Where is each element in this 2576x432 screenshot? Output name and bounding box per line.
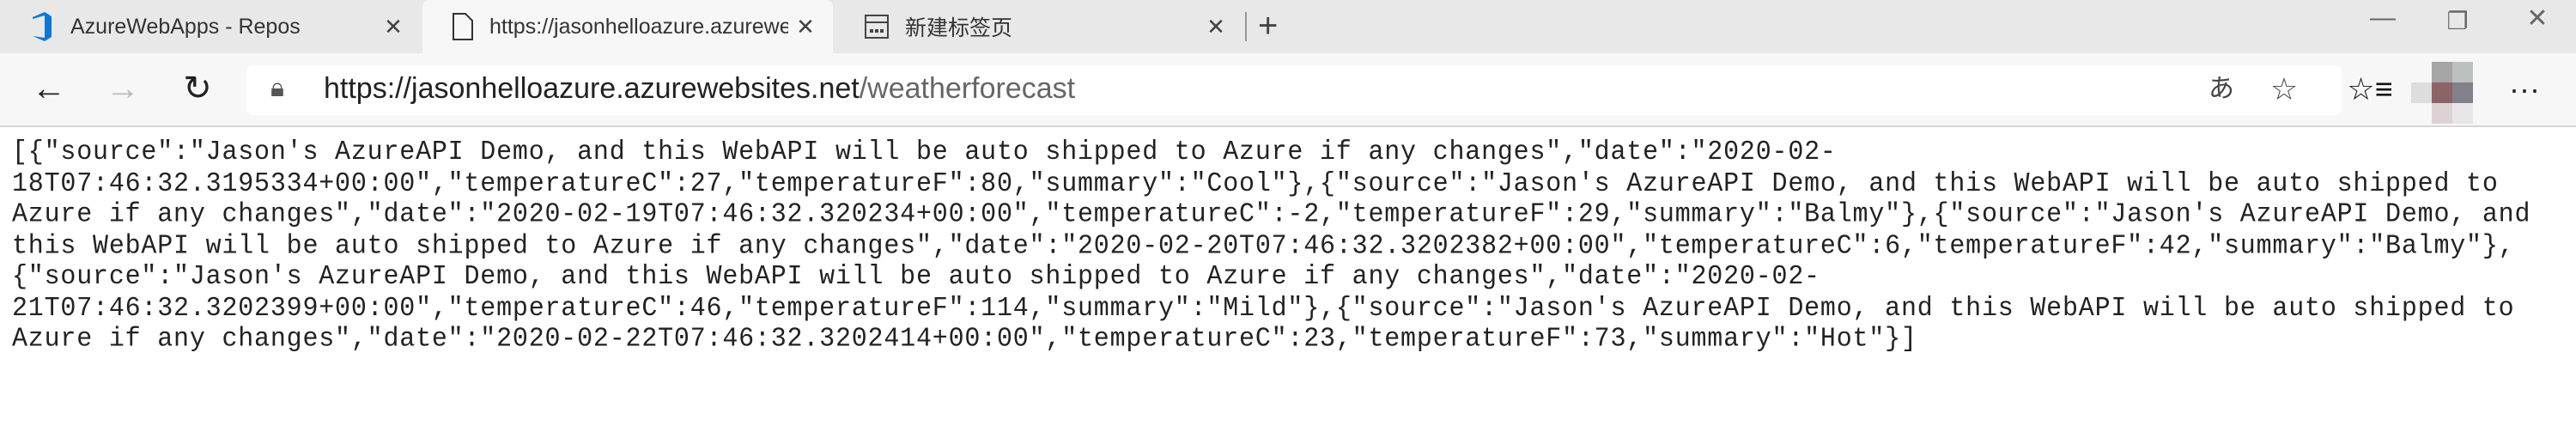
tab-weatherforecast[interactable]: https://jasonhelloazure.azurewebsites.ne…: [422, 0, 833, 53]
lock-icon[interactable]: 🔒︎: [270, 74, 284, 103]
tab-bar: AzureWebApps - Repos ✕ https://jasonhell…: [0, 0, 2576, 53]
page-icon: [453, 13, 473, 40]
avatar[interactable]: [2411, 62, 2473, 124]
url-text[interactable]: https://jasonhelloazure.azurewebsites.ne…: [324, 72, 1075, 106]
tab-azurewebapps-repos[interactable]: AzureWebApps - Repos ✕: [0, 0, 421, 53]
back-button[interactable]: ←: [23, 67, 75, 110]
new-tab-page-icon: [865, 15, 889, 39]
favorites-icon[interactable]: ☆≡: [2344, 69, 2396, 110]
translate-icon[interactable]: あ: [2196, 69, 2247, 110]
tab-title: 新建标签页: [905, 16, 1013, 40]
tab-title: https://jasonhelloazure.azurewebsites.ne…: [489, 14, 788, 39]
add-favorite-icon[interactable]: ☆: [2258, 69, 2310, 110]
refresh-button[interactable]: ↻: [172, 67, 223, 110]
close-tab-icon[interactable]: ✕: [1199, 14, 1233, 40]
tab-new-tab[interactable]: 新建标签页 ✕: [835, 0, 1243, 53]
azure-devops-icon: [33, 12, 52, 41]
minimize-button[interactable]: —: [2357, 3, 2409, 33]
url-path: /weatherforecast: [859, 72, 1076, 105]
forward-button[interactable]: →: [97, 67, 149, 110]
tab-divider: [1245, 12, 1247, 41]
url-host: https://jasonhelloazure.azurewebsites.ne…: [324, 72, 860, 105]
restore-button[interactable]: ❐: [2432, 7, 2483, 35]
close-window-button[interactable]: ✕: [2512, 3, 2563, 33]
new-tab-button[interactable]: +: [1258, 7, 1278, 45]
more-menu-icon[interactable]: ···: [2499, 69, 2550, 110]
json-response-body: [{"source":"Jason's AzureAPI Demo, and t…: [12, 137, 2531, 356]
tab-title: AzureWebApps - Repos: [70, 14, 301, 39]
close-tab-icon[interactable]: ✕: [376, 14, 410, 40]
close-tab-icon[interactable]: ✕: [788, 14, 823, 40]
toolbar: ← → ↻ 🔒︎ https://jasonhelloazure.azurewe…: [0, 53, 2576, 127]
address-bar[interactable]: 🔒︎ https://jasonhelloazure.azurewebsites…: [246, 65, 2342, 115]
